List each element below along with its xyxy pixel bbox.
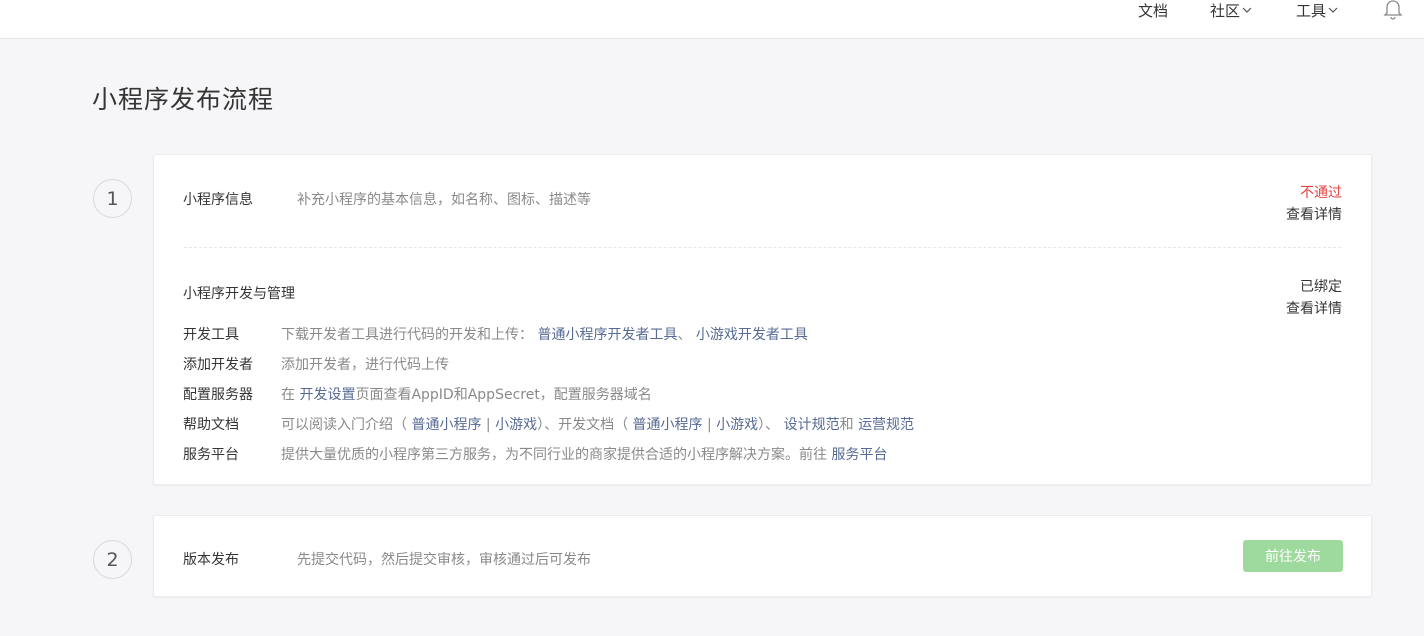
row-label-add-developer: 添加开发者	[183, 357, 253, 373]
nav-community-label: 社区	[1210, 1, 1241, 20]
top-bar: 文档 社区 工具	[0, 0, 1424, 39]
row-text: ）、开发文档（	[537, 417, 629, 433]
dev-status-badge: 已绑定	[1300, 279, 1342, 295]
nav-community[interactable]: 社区	[1210, 0, 1252, 20]
dev-label: 小程序开发与管理	[183, 286, 295, 302]
info-view-detail-link[interactable]: 查看详情	[1286, 204, 1342, 224]
row-separator: |	[706, 417, 712, 433]
row-text: 提供大量优质的小程序第三方服务，为不同行业的商家提供合适的小程序解决方案。前往	[281, 447, 827, 463]
row-text: 和	[839, 417, 854, 433]
row-label-dev-tools: 开发工具	[183, 327, 239, 343]
row-text: 可以阅读入门介绍（	[281, 417, 407, 433]
bell-icon[interactable]	[1383, 0, 1403, 20]
go-publish-button[interactable]: 前往发布	[1243, 540, 1343, 572]
chevron-down-icon	[1242, 7, 1252, 13]
link-dev-settings[interactable]: 开发设置	[299, 387, 355, 403]
step-number-2: 2	[93, 540, 132, 579]
row-text: 页面查看AppID和AppSecret，配置服务器域名	[355, 387, 652, 403]
step-card-1: 小程序信息 补充小程序的基本信息，如名称、图标、描述等 不通过 查看详情 小程序…	[153, 154, 1372, 485]
page-title: 小程序发布流程	[92, 85, 275, 114]
row-desc-help-docs: 可以阅读入门介绍（ 普通小程序 | 小游戏）、开发文档（ 普通小程序 | 小游戏…	[281, 414, 914, 434]
step-card-2: 版本发布 先提交代码，然后提交审核，审核通过后可发布 前往发布	[153, 515, 1372, 597]
row-separator: 、	[677, 327, 692, 343]
row-label-help-docs: 帮助文档	[183, 417, 239, 433]
link-operation-guidelines[interactable]: 运营规范	[858, 417, 914, 433]
row-text: 在	[281, 387, 295, 403]
row-desc-server-config: 在 开发设置页面查看AppID和AppSecret，配置服务器域名	[281, 384, 652, 404]
nav-docs[interactable]: 文档	[1138, 0, 1168, 20]
nav-docs-label: 文档	[1138, 1, 1169, 20]
info-label: 小程序信息	[183, 192, 253, 208]
chevron-down-icon	[1328, 7, 1338, 13]
row-text: ）、	[758, 417, 780, 433]
release-desc: 先提交代码，然后提交审核，审核通过后可发布	[297, 552, 591, 568]
row-desc-add-developer: 添加开发者，进行代码上传	[281, 357, 449, 373]
dev-view-detail-link[interactable]: 查看详情	[1286, 298, 1342, 318]
nav-tools[interactable]: 工具	[1296, 0, 1338, 20]
info-desc: 补充小程序的基本信息，如名称、图标、描述等	[297, 192, 591, 208]
link-design-guidelines[interactable]: 设计规范	[784, 417, 840, 433]
row-text: 下载开发者工具进行代码的开发和上传：	[281, 327, 533, 343]
row-desc-dev-tools: 下载开发者工具进行代码的开发和上传： 普通小程序开发者工具、 小游戏开发者工具	[281, 324, 808, 344]
section-divider	[184, 247, 1341, 248]
row-label-service-platform: 服务平台	[183, 447, 239, 463]
link-docs-mini-program[interactable]: 普通小程序	[633, 417, 703, 433]
step-number-1: 1	[93, 179, 132, 218]
link-mini-game-devtool[interactable]: 小游戏开发者工具	[696, 327, 808, 343]
link-docs-mini-game[interactable]: 小游戏	[716, 417, 758, 433]
release-label: 版本发布	[183, 552, 239, 568]
row-label-server-config: 配置服务器	[183, 387, 253, 403]
row-desc-service-platform: 提供大量优质的小程序第三方服务，为不同行业的商家提供合适的小程序解决方案。前往 …	[281, 444, 887, 464]
info-status-badge: 不通过	[1300, 185, 1342, 201]
link-mini-program-devtool[interactable]: 普通小程序开发者工具	[537, 327, 677, 343]
link-service-platform[interactable]: 服务平台	[831, 447, 887, 463]
row-separator: |	[485, 417, 491, 433]
link-intro-mini-game[interactable]: 小游戏	[495, 417, 537, 433]
link-intro-mini-program[interactable]: 普通小程序	[411, 417, 481, 433]
nav-tools-label: 工具	[1296, 1, 1327, 20]
